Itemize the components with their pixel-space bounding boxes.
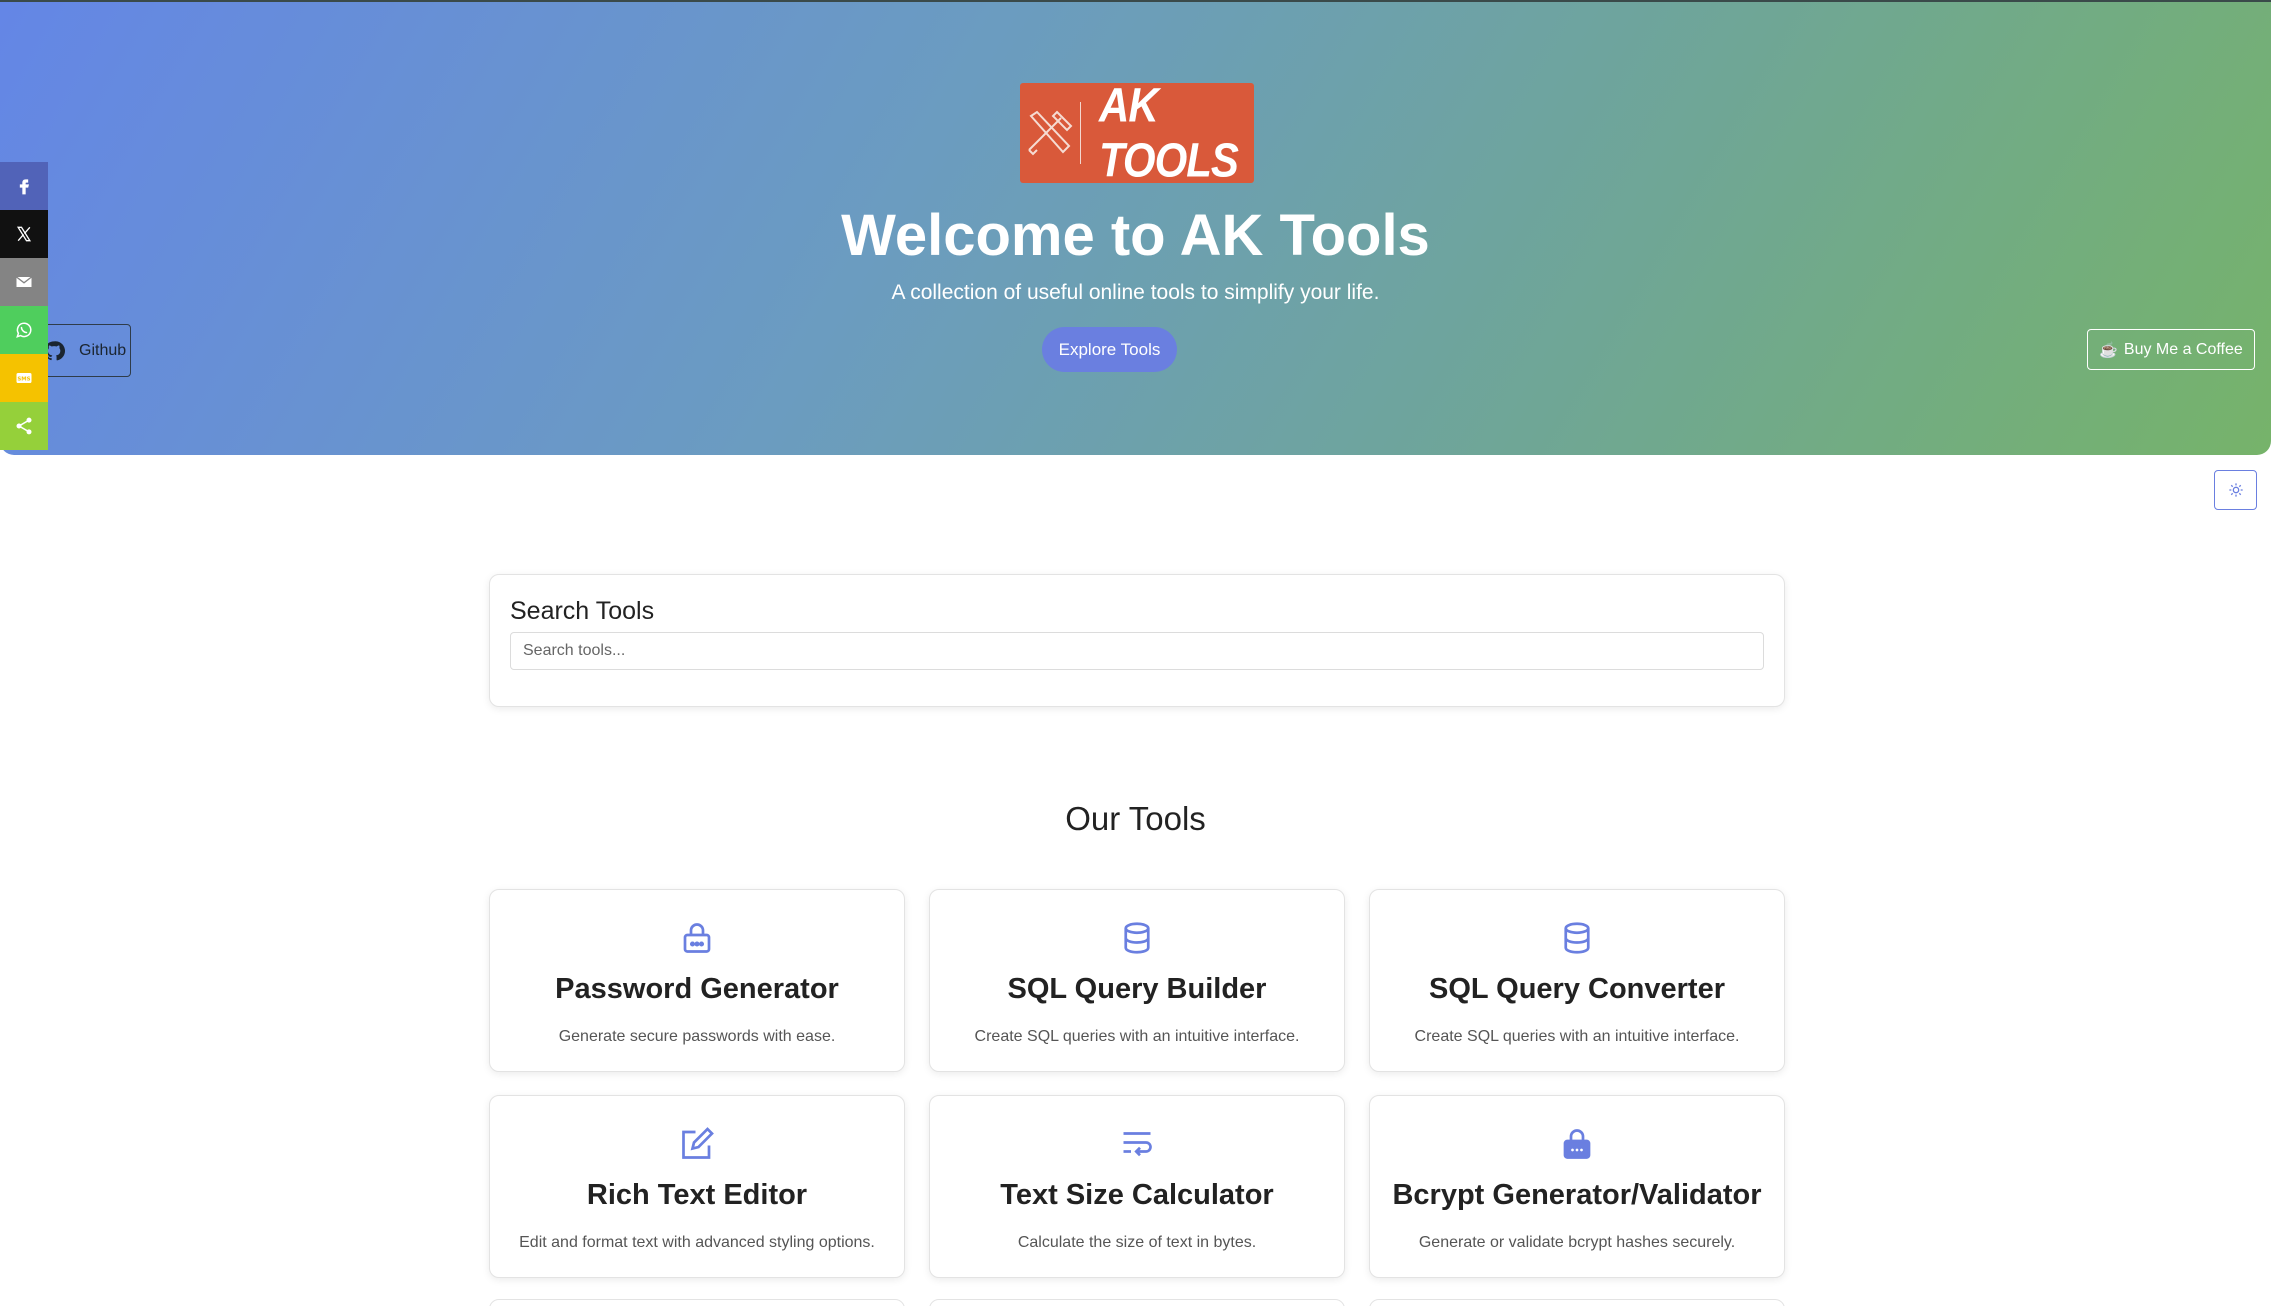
svg-text:SMS: SMS bbox=[17, 377, 30, 383]
share-facebook-button[interactable] bbox=[0, 162, 48, 210]
lock-filled-icon bbox=[1370, 1126, 1784, 1166]
share-bar: SMS bbox=[0, 162, 48, 450]
logo: AK TOOLS bbox=[1020, 78, 1254, 187]
lock-icon bbox=[490, 920, 904, 960]
tool-card-sql-query-builder[interactable]: SQL Query Builder Create SQL queries wit… bbox=[929, 889, 1345, 1072]
tool-description: Create SQL queries with an intuitive int… bbox=[974, 1028, 1300, 1045]
tool-description: Calculate the size of text in bytes. bbox=[1017, 1234, 1257, 1251]
tool-description: Create SQL queries with an intuitive int… bbox=[1414, 1028, 1740, 1045]
share-x-button[interactable] bbox=[0, 210, 48, 258]
whatsapp-icon bbox=[16, 322, 32, 338]
tool-description: Generate secure passwords with ease. bbox=[558, 1028, 836, 1045]
tool-card-partial[interactable] bbox=[489, 1299, 905, 1306]
buy-me-a-coffee-button[interactable]: ☕ Buy Me a Coffee bbox=[2087, 329, 2255, 370]
share-whatsapp-button[interactable] bbox=[0, 306, 48, 354]
share-email-button[interactable] bbox=[0, 258, 48, 306]
sms-icon: SMS bbox=[16, 373, 32, 383]
x-icon bbox=[16, 226, 32, 242]
github-button[interactable]: Github bbox=[36, 324, 131, 377]
search-input[interactable] bbox=[510, 632, 1764, 670]
tool-card-bcrypt-generator-validator[interactable]: Bcrypt Generator/Validator Generate or v… bbox=[1369, 1095, 1785, 1278]
logo-text: AK TOOLS bbox=[1099, 77, 1239, 188]
tools-section-title: Our Tools bbox=[1065, 800, 1206, 837]
page-title: Welcome to AK Tools bbox=[841, 203, 1430, 268]
email-icon bbox=[16, 276, 32, 287]
coffee-label: Buy Me a Coffee bbox=[2123, 340, 2243, 358]
tools-icon bbox=[1020, 83, 1080, 183]
sun-icon bbox=[2228, 483, 2243, 497]
tool-name: Password Generator bbox=[555, 973, 839, 1005]
tool-card-password-generator[interactable]: Password Generator Generate secure passw… bbox=[489, 889, 905, 1072]
tool-card-rich-text-editor[interactable]: Rich Text Editor Edit and format text wi… bbox=[489, 1095, 905, 1278]
database-icon bbox=[1370, 920, 1784, 960]
tool-name: Rich Text Editor bbox=[586, 1179, 808, 1211]
tool-name: Text Size Calculator bbox=[1000, 1179, 1274, 1211]
share-icon bbox=[16, 417, 32, 435]
search-card: Search Tools bbox=[489, 574, 1785, 707]
explore-tools-button[interactable]: Explore Tools bbox=[1042, 327, 1177, 372]
tool-card-text-size-calculator[interactable]: Text Size Calculator Calculate the size … bbox=[929, 1095, 1345, 1278]
tool-name: SQL Query Converter bbox=[1428, 973, 1725, 1005]
logo-divider bbox=[1079, 102, 1082, 164]
database-icon bbox=[930, 920, 1344, 960]
tool-card-partial[interactable] bbox=[1369, 1299, 1785, 1306]
tool-card-partial[interactable] bbox=[929, 1299, 1345, 1306]
edit-icon bbox=[490, 1126, 904, 1166]
share-more-button[interactable] bbox=[0, 402, 48, 450]
text-wrap-icon bbox=[930, 1126, 1344, 1166]
facebook-icon bbox=[19, 179, 29, 195]
tool-card-sql-query-converter[interactable]: SQL Query Converter Create SQL queries w… bbox=[1369, 889, 1785, 1072]
hero-banner: AK TOOLS Welcome to AK Tools A collectio… bbox=[0, 0, 2271, 455]
tool-description: Edit and format text with advanced styli… bbox=[519, 1234, 875, 1251]
tool-name: Bcrypt Generator/Validator bbox=[1392, 1179, 1762, 1211]
tool-description: Generate or validate bcrypt hashes secur… bbox=[1418, 1234, 1736, 1251]
search-card-title: Search Tools bbox=[510, 597, 655, 625]
page-subtitle: A collection of useful online tools to s… bbox=[891, 281, 1380, 304]
theme-toggle-button[interactable] bbox=[2214, 470, 2257, 510]
coffee-cup-icon: ☕ bbox=[2099, 341, 2118, 359]
share-sms-button[interactable]: SMS bbox=[0, 354, 48, 402]
github-label: Github bbox=[79, 341, 127, 359]
tool-name: SQL Query Builder bbox=[1007, 973, 1267, 1005]
